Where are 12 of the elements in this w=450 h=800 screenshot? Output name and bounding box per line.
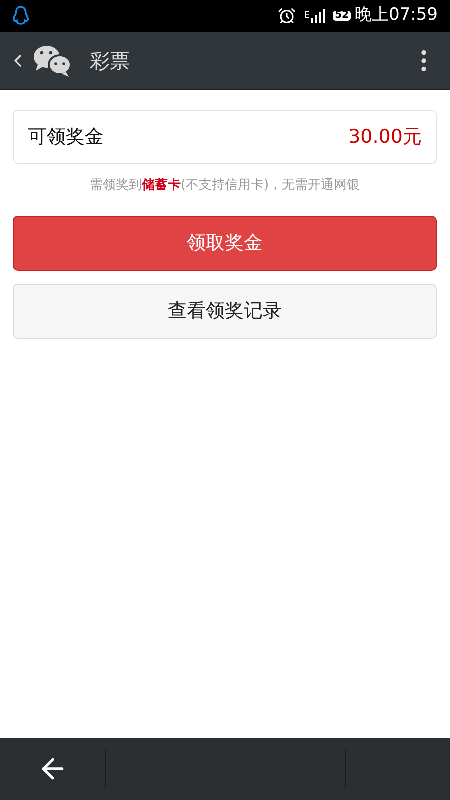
prize-label: 可领奖金 (28, 124, 104, 150)
page-title: 彩票 (90, 48, 130, 74)
network-type: E (304, 12, 310, 20)
penguin-icon (12, 5, 30, 27)
prize-amount: 30.00元 (348, 124, 422, 150)
claim-button[interactable]: 领取奖金 (13, 216, 437, 270)
notice-text: 需领奖到储蓄卡(不支持信用卡)，无需开通网银 (88, 177, 362, 195)
battery-level: 52 (333, 11, 351, 21)
alarm-icon (278, 7, 296, 25)
history-button[interactable]: 查看领奖记录 (13, 284, 437, 338)
signal-icon (311, 9, 326, 23)
clock: 晚上07:59 (355, 4, 438, 28)
